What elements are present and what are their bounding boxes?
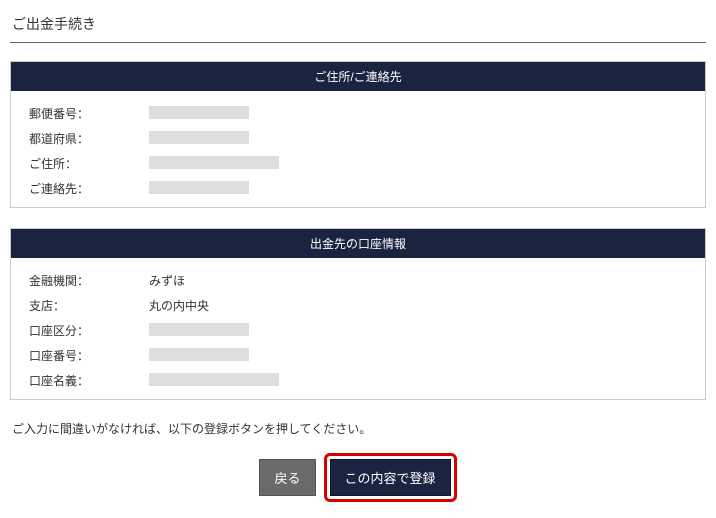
address-contact-header: ご住所/ご連絡先 — [11, 62, 705, 91]
row-contact: ご連絡先： — [29, 176, 687, 201]
label-prefecture: 都道府県： — [29, 130, 149, 147]
address-contact-body: 郵便番号： 都道府県： ご住所： ご連絡先： — [11, 91, 705, 207]
value-address — [149, 156, 279, 172]
label-postal-code: 郵便番号： — [29, 105, 149, 122]
row-account-number: 口座番号： — [29, 343, 687, 368]
value-prefecture — [149, 131, 249, 147]
instruction-text: ご入力に間違いがなければ、以下の登録ボタンを押してください。 — [12, 420, 706, 437]
bank-account-section: 出金先の口座情報 金融機関： みずほ 支店： 丸の内中央 口座区分： 口座番号：… — [10, 228, 706, 400]
back-button[interactable]: 戻る — [259, 459, 315, 496]
label-account-type: 口座区分： — [29, 322, 149, 339]
label-branch: 支店： — [29, 297, 149, 314]
value-account-name — [149, 373, 279, 389]
label-contact: ご連絡先： — [29, 180, 149, 197]
button-row: 戻る この内容で登録 — [10, 453, 706, 510]
row-account-type: 口座区分： — [29, 318, 687, 343]
value-postal-code — [149, 106, 249, 122]
bank-account-body: 金融機関： みずほ 支店： 丸の内中央 口座区分： 口座番号： 口座名義： — [11, 258, 705, 399]
label-account-number: 口座番号： — [29, 347, 149, 364]
value-account-type — [149, 323, 249, 339]
row-address: ご住所： — [29, 151, 687, 176]
value-bank: みずほ — [149, 272, 185, 289]
row-bank: 金融機関： みずほ — [29, 268, 687, 293]
row-account-name: 口座名義： — [29, 368, 687, 393]
label-account-name: 口座名義： — [29, 372, 149, 389]
row-prefecture: 都道府県： — [29, 126, 687, 151]
bank-account-header: 出金先の口座情報 — [11, 229, 705, 258]
address-contact-section: ご住所/ご連絡先 郵便番号： 都道府県： ご住所： ご連絡先： — [10, 61, 706, 208]
value-contact — [149, 181, 249, 197]
label-bank: 金融機関： — [29, 272, 149, 289]
row-postal-code: 郵便番号： — [29, 101, 687, 126]
submit-button[interactable]: この内容で登録 — [330, 459, 451, 496]
row-branch: 支店： 丸の内中央 — [29, 293, 687, 318]
label-address: ご住所： — [29, 155, 149, 172]
value-branch: 丸の内中央 — [149, 297, 209, 314]
value-account-number — [149, 348, 249, 364]
submit-button-highlight: この内容で登録 — [324, 453, 457, 502]
page-title: ご出金手続き — [10, 8, 706, 43]
